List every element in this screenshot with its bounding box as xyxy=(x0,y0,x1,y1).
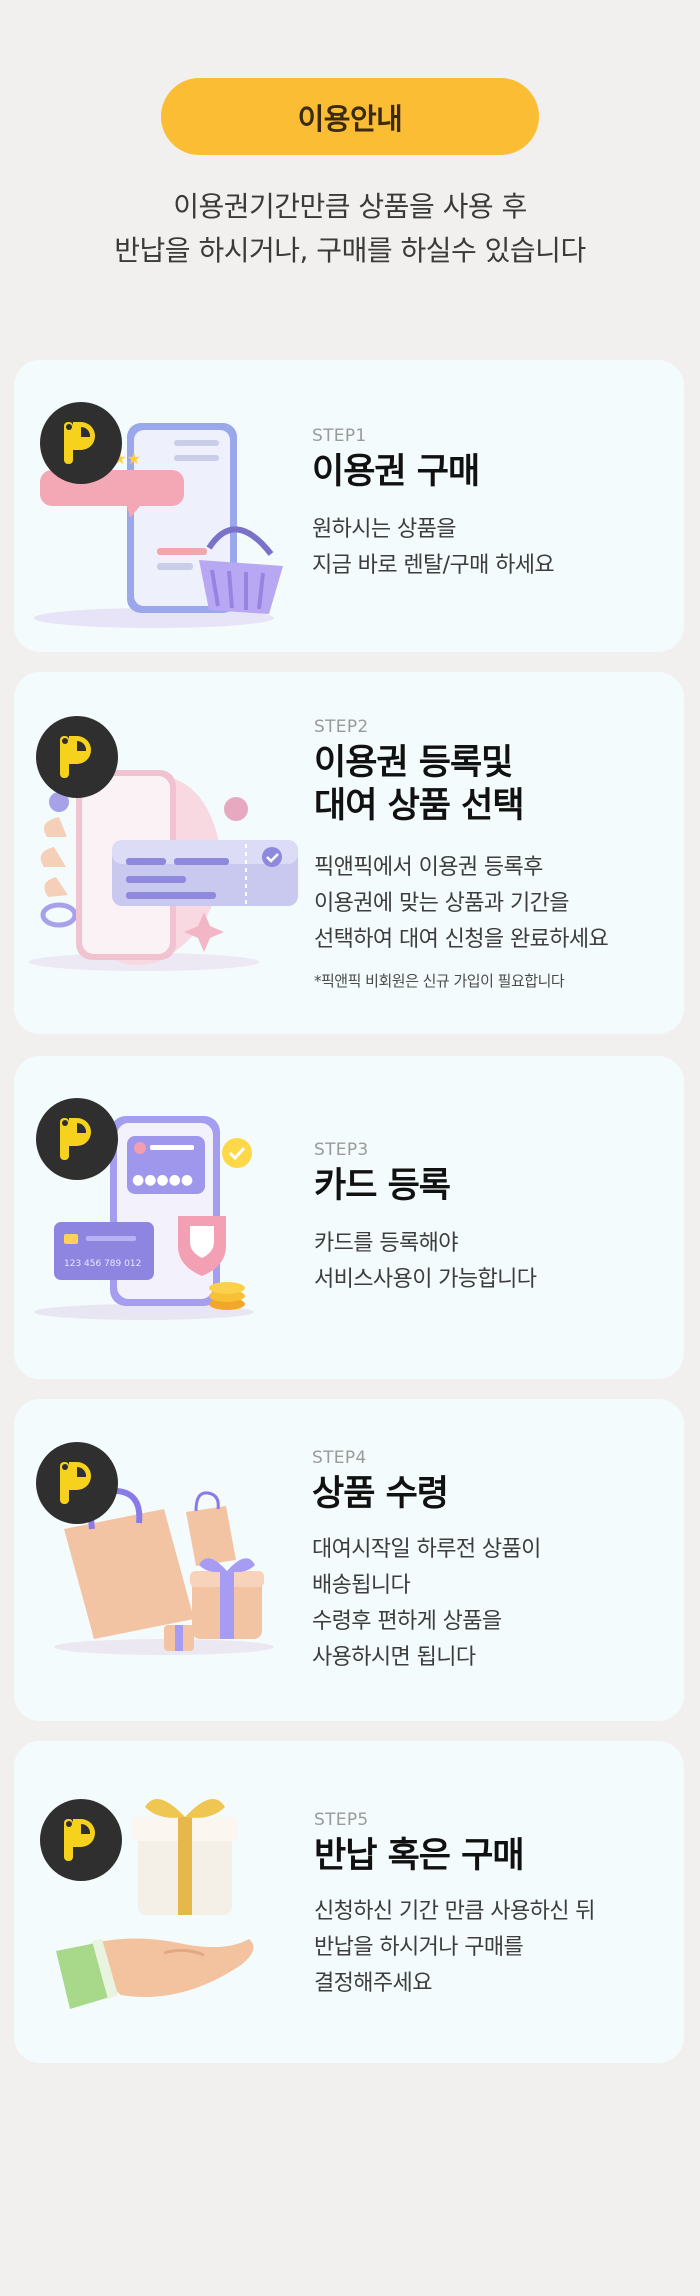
picknpick-logo-icon xyxy=(36,716,118,798)
picknpick-logo-icon xyxy=(36,1098,118,1180)
desc-line: 원하시는 상품을 xyxy=(312,517,456,542)
step-card-5: STEP5 반납 혹은 구매 신청하신 기간 만큼 사용하신 뒤 반납을 하시거… xyxy=(14,1741,684,2063)
desc-line: 배송됩니다 xyxy=(312,1573,411,1598)
step-card-3: ●●●●● 123 456 789 012 STEP3 카드 등록 카드를 등록… xyxy=(14,1056,684,1379)
step-description: 카드를 등록해야 서비스사용이 가능합니다 xyxy=(314,1226,674,1298)
title-line: 대여 상품 선택 xyxy=(314,786,525,826)
step-card-1: ★★★ STEP1 이용권 구매 원하시는 상품을 지금 바로 렌탈/구매 하세… xyxy=(14,360,684,652)
intro-text: 이용권기간만큼 상품을 사용 후 반납을 하시거나, 구매를 하실수 있습니다 xyxy=(0,185,700,273)
desc-line: 서비스사용이 가능합니다 xyxy=(314,1267,537,1292)
desc-line: 사용하시면 됩니다 xyxy=(312,1645,476,1670)
desc-line: 카드를 등록해야 xyxy=(314,1231,458,1256)
svg-text:●●●●●: ●●●●● xyxy=(132,1172,193,1188)
step-title: 반납 혹은 구매 xyxy=(314,1836,525,1876)
step-description: 픽앤픽에서 이용권 등록후 이용권에 맞는 상품과 기간을 선택하여 대여 신청… xyxy=(314,850,674,958)
step-label: STEP4 xyxy=(312,1448,367,1468)
step-text: STEP4 상품 수령 대여시작일 하루전 상품이 배송됩니다 수령후 편하게 … xyxy=(312,1447,672,1676)
title-line: 이용권 등록및 xyxy=(314,743,513,783)
step-title: 상품 수령 xyxy=(312,1474,449,1514)
desc-line: 신청하신 기간 만큼 사용하신 뒤 xyxy=(314,1899,596,1924)
picknpick-logo-icon xyxy=(40,402,122,484)
desc-line: 결정해주세요 xyxy=(314,1971,432,1996)
step-description: 신청하신 기간 만큼 사용하신 뒤 반납을 하시거나 구매를 결정해주세요 xyxy=(314,1894,674,2002)
intro-line: 이용권기간만큼 상품을 사용 후 xyxy=(173,190,527,223)
step-label: STEP2 xyxy=(314,717,369,737)
desc-line: 반납을 하시거나 구매를 xyxy=(314,1935,524,1960)
step-title: 이용권 구매 xyxy=(312,452,480,492)
desc-line: 지금 바로 렌탈/구매 하세요 xyxy=(312,553,555,578)
desc-line: 수령후 편하게 상품을 xyxy=(312,1609,502,1634)
step-description: 대여시작일 하루전 상품이 배송됩니다 수령후 편하게 상품을 사용하시면 됩니… xyxy=(312,1532,672,1676)
desc-line: 선택하여 대여 신청을 완료하세요 xyxy=(314,927,609,952)
step-label: STEP5 xyxy=(314,1810,369,1830)
card-number: 123 456 789 012 xyxy=(64,1259,141,1269)
step-text: STEP3 카드 등록 카드를 등록해야 서비스사용이 가능합니다 xyxy=(314,1139,674,1298)
step-label: STEP3 xyxy=(314,1140,369,1160)
picknpick-logo-icon xyxy=(40,1799,122,1881)
desc-line: 대여시작일 하루전 상품이 xyxy=(312,1537,541,1562)
step-text: STEP2 이용권 등록및 대여 상품 선택 픽앤픽에서 이용권 등록후 이용권… xyxy=(314,716,674,991)
step-title: 이용권 등록및 대여 상품 선택 xyxy=(314,742,674,828)
hand-gift-box-icon xyxy=(14,1741,304,2063)
step-card-4: STEP4 상품 수령 대여시작일 하루전 상품이 배송됩니다 수령후 편하게 … xyxy=(14,1399,684,1721)
desc-line: 픽앤픽에서 이용권 등록후 xyxy=(314,855,543,880)
step-note: *픽앤픽 비회원은 신규 가입이 필요합니다 xyxy=(314,972,565,990)
step-card-2: STEP2 이용권 등록및 대여 상품 선택 픽앤픽에서 이용권 등록후 이용권… xyxy=(14,672,684,1034)
step-text: STEP5 반납 혹은 구매 신청하신 기간 만큼 사용하신 뒤 반납을 하시거… xyxy=(314,1809,674,2002)
step-text: STEP1 이용권 구매 원하시는 상품을 지금 바로 렌탈/구매 하세요 xyxy=(312,425,672,584)
intro-line: 반납을 하시거나, 구매를 하실수 있습니다 xyxy=(114,234,586,267)
guide-title-pill: 이용안내 xyxy=(161,78,539,155)
desc-line: 이용권에 맞는 상품과 기간을 xyxy=(314,891,569,916)
step-title: 카드 등록 xyxy=(314,1166,451,1206)
guide-title: 이용안내 xyxy=(297,101,403,136)
picknpick-logo-icon xyxy=(36,1442,118,1524)
step-label: STEP1 xyxy=(312,426,367,446)
step-description: 원하시는 상품을 지금 바로 렌탈/구매 하세요 xyxy=(312,512,672,584)
